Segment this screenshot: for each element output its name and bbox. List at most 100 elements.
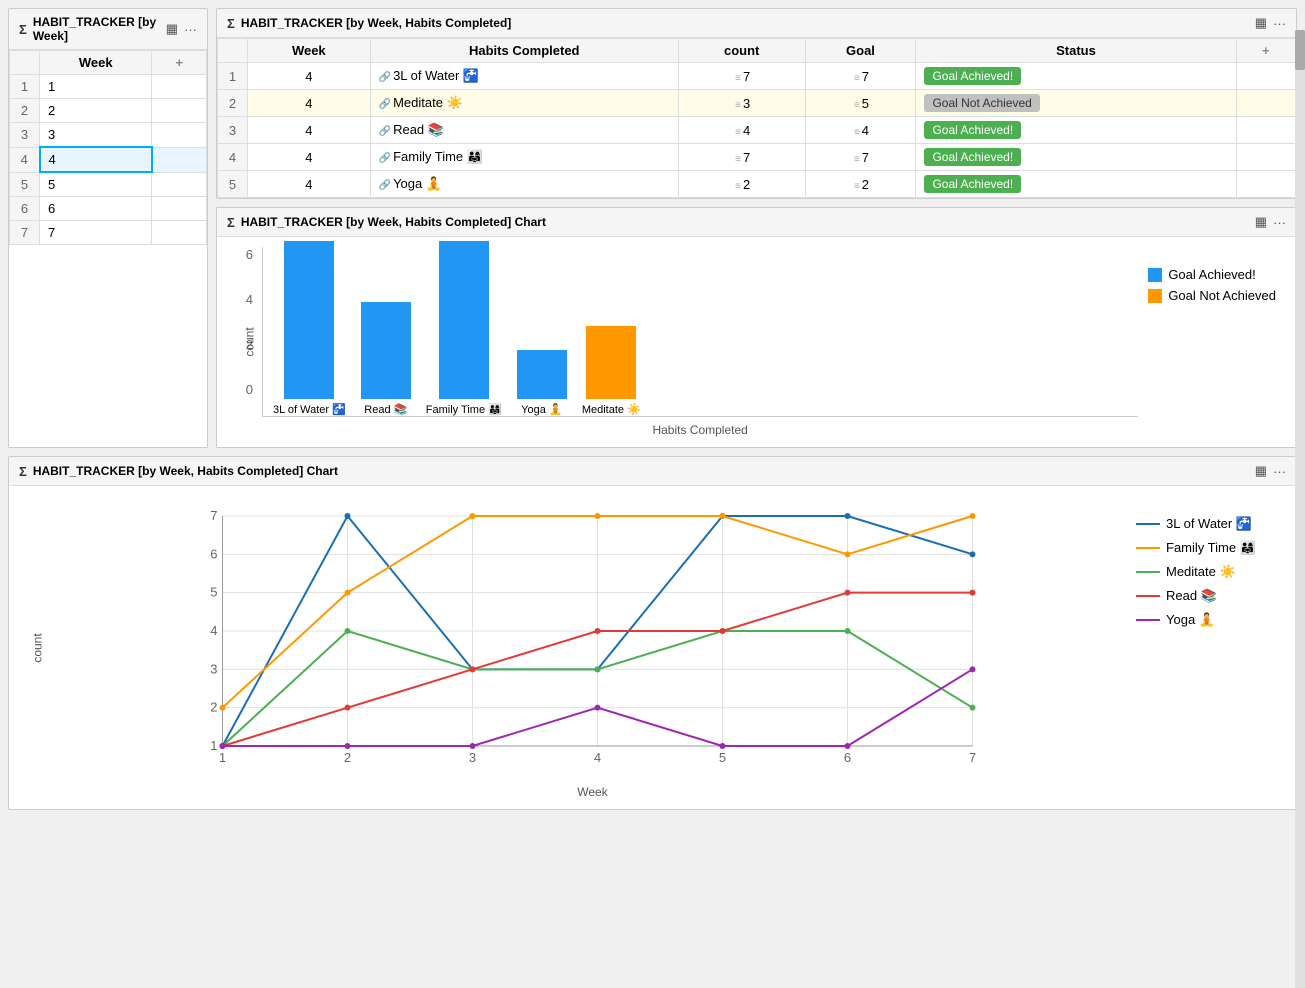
empty-cell — [152, 147, 207, 172]
bar-chart-content: 0 2 4 6 count 3L of Water 🚰 Read 📚 Famil… — [217, 237, 1296, 447]
line-chart-legend: 3L of Water 🚰 Family Time 👨‍👩‍👧 Meditate ☀… — [1126, 496, 1286, 799]
habit-table-row[interactable]: 3 4 🔗Read 📚 ≡4 ≡4 Goal Achieved! — [218, 117, 1296, 144]
line-legend-label: Meditate ☀️ — [1166, 564, 1236, 580]
habit-table-row[interactable]: 5 4 🔗Yoga 🧘 ≡2 ≡2 Goal Achieved! — [218, 171, 1296, 198]
filter-icon4[interactable]: ▦ — [1255, 463, 1267, 479]
count-cell: ≡4 — [678, 117, 805, 144]
svg-text:2: 2 — [344, 750, 351, 765]
empty-cell — [152, 75, 207, 99]
week-cell[interactable]: 2 — [40, 99, 152, 123]
habit-table-wrap: Week Habits Completed count Goal Status … — [217, 38, 1296, 198]
week-col-header: Week — [40, 51, 152, 75]
habit-table-container: Week Habits Completed count Goal Status … — [217, 38, 1296, 198]
svg-text:3: 3 — [210, 661, 217, 676]
bar-label: Yoga 🧘 — [521, 403, 562, 416]
more-icon3[interactable]: ··· — [1273, 215, 1286, 230]
table-scrollbar[interactable] — [1295, 30, 1305, 988]
bar — [586, 326, 636, 399]
line-svg-container: 12345671234567 Week — [59, 496, 1126, 799]
line-legend-item: 3L of Water 🚰 — [1136, 516, 1276, 532]
week-table-row[interactable]: 5 5 — [10, 172, 207, 197]
bar — [361, 302, 411, 399]
filter-icon3[interactable]: ▦ — [1255, 214, 1267, 230]
week-table-header: Σ HABIT_TRACKER [by Week] ▦ ··· — [9, 9, 207, 50]
row-num: 5 — [218, 171, 248, 198]
filter-icon[interactable]: ▦ — [166, 21, 178, 37]
bar-group: Read 📚 — [361, 302, 411, 416]
svg-text:1: 1 — [210, 738, 217, 753]
goal-cell: ≡2 — [805, 171, 916, 198]
week-cell: 4 — [248, 63, 371, 90]
habit-cell: 🔗Family Time 👨‍👩‍👧 — [370, 144, 678, 171]
svg-text:4: 4 — [594, 750, 601, 765]
week-table-panel: Σ HABIT_TRACKER [by Week] ▦ ··· Week + 1… — [8, 8, 208, 448]
row-num: 1 — [218, 63, 248, 90]
more-icon4[interactable]: ··· — [1273, 464, 1286, 479]
row-num: 3 — [10, 123, 40, 148]
week-cell[interactable]: 4 — [40, 147, 152, 172]
habit-cell: 🔗Read 📚 — [370, 117, 678, 144]
week-cell[interactable]: 1 — [40, 75, 152, 99]
scrollbar-thumb[interactable] — [1295, 30, 1305, 70]
bar-chart-title: HABIT_TRACKER [by Week, Habits Completed… — [241, 215, 1249, 229]
week-cell[interactable]: 3 — [40, 123, 152, 148]
week-cell[interactable]: 5 — [40, 172, 152, 197]
status-badge: Goal Achieved! — [924, 148, 1021, 166]
legend-label: Goal Achieved! — [1168, 267, 1255, 282]
habit-goal-header: Goal — [805, 39, 916, 63]
svg-text:2: 2 — [210, 700, 217, 715]
status-cell: Goal Achieved! — [916, 171, 1236, 198]
empty-cell — [152, 99, 207, 123]
line-chart-panel: Σ HABIT_TRACKER [by Week, Habits Complet… — [8, 456, 1297, 810]
line-legend-icon — [1136, 615, 1160, 625]
count-cell: ≡7 — [678, 144, 805, 171]
filter-icon2[interactable]: ▦ — [1255, 15, 1267, 31]
svg-text:5: 5 — [210, 585, 217, 600]
right-column: Σ HABIT_TRACKER [by Week, Habits Complet… — [216, 8, 1297, 448]
svg-text:3: 3 — [469, 750, 476, 765]
line-legend-label: Yoga 🧘 — [1166, 612, 1215, 628]
habit-table-row[interactable]: 4 4 🔗Family Time 👨‍👩‍👧 ≡7 ≡7 Goal Achiev… — [218, 144, 1296, 171]
week-table-row[interactable]: 4 4 — [10, 147, 207, 172]
empty-cell — [1236, 144, 1296, 171]
bar-label: Meditate ☀️ — [582, 403, 641, 416]
more-icon[interactable]: ··· — [184, 22, 197, 37]
count-cell: ≡3 — [678, 90, 805, 117]
bar-chart-area: 0 2 4 6 count 3L of Water 🚰 Read 📚 Famil… — [227, 247, 1138, 437]
line-chart-svg: 12345671234567 — [59, 496, 1126, 776]
week-cell: 4 — [248, 171, 371, 198]
bar-group: Family Time 👨‍👩‍👧 — [426, 241, 502, 416]
status-badge: Goal Not Achieved — [924, 94, 1039, 112]
bar-label: Family Time 👨‍👩‍👧 — [426, 403, 502, 416]
week-table-row[interactable]: 2 2 — [10, 99, 207, 123]
row-num: 5 — [10, 172, 40, 197]
line-legend-label: Family Time 👨‍👩‍👧 — [1166, 540, 1256, 556]
week-table-row[interactable]: 1 1 — [10, 75, 207, 99]
week-table-row[interactable]: 6 6 — [10, 197, 207, 221]
line-x-label: Week — [59, 785, 1126, 799]
week-cell[interactable]: 7 — [40, 221, 152, 245]
bar — [439, 241, 489, 399]
status-badge: Goal Achieved! — [924, 67, 1021, 85]
habit-table-row[interactable]: 1 4 🔗3L of Water 🚰 ≡7 ≡7 Goal Achieved! — [218, 63, 1296, 90]
line-legend-icon — [1136, 591, 1160, 601]
svg-text:7: 7 — [210, 508, 217, 523]
habit-add-col[interactable]: + — [1236, 39, 1296, 63]
more-icon2[interactable]: ··· — [1273, 16, 1286, 31]
row-num: 4 — [218, 144, 248, 171]
week-table-wrap: Week + 1 1 2 2 3 3 4 4 5 5 6 6 7 7 — [9, 50, 207, 245]
line-legend-label: Read 📚 — [1166, 588, 1217, 604]
row-num: 4 — [10, 147, 40, 172]
row-num: 7 — [10, 221, 40, 245]
week-table-row[interactable]: 3 3 — [10, 123, 207, 148]
line-legend-icon — [1136, 543, 1160, 553]
week-table-row[interactable]: 7 7 — [10, 221, 207, 245]
line-legend-item: Yoga 🧘 — [1136, 612, 1276, 628]
week-cell[interactable]: 6 — [40, 197, 152, 221]
habit-table-row[interactable]: 2 4 🔗Meditate ☀️ ≡3 ≡5 Goal Not Achieved — [218, 90, 1296, 117]
status-cell: Goal Not Achieved — [916, 90, 1236, 117]
habit-cell: 🔗3L of Water 🚰 — [370, 63, 678, 90]
count-cell: ≡2 — [678, 171, 805, 198]
week-add-col[interactable]: + — [152, 51, 207, 75]
week-cell: 4 — [248, 117, 371, 144]
